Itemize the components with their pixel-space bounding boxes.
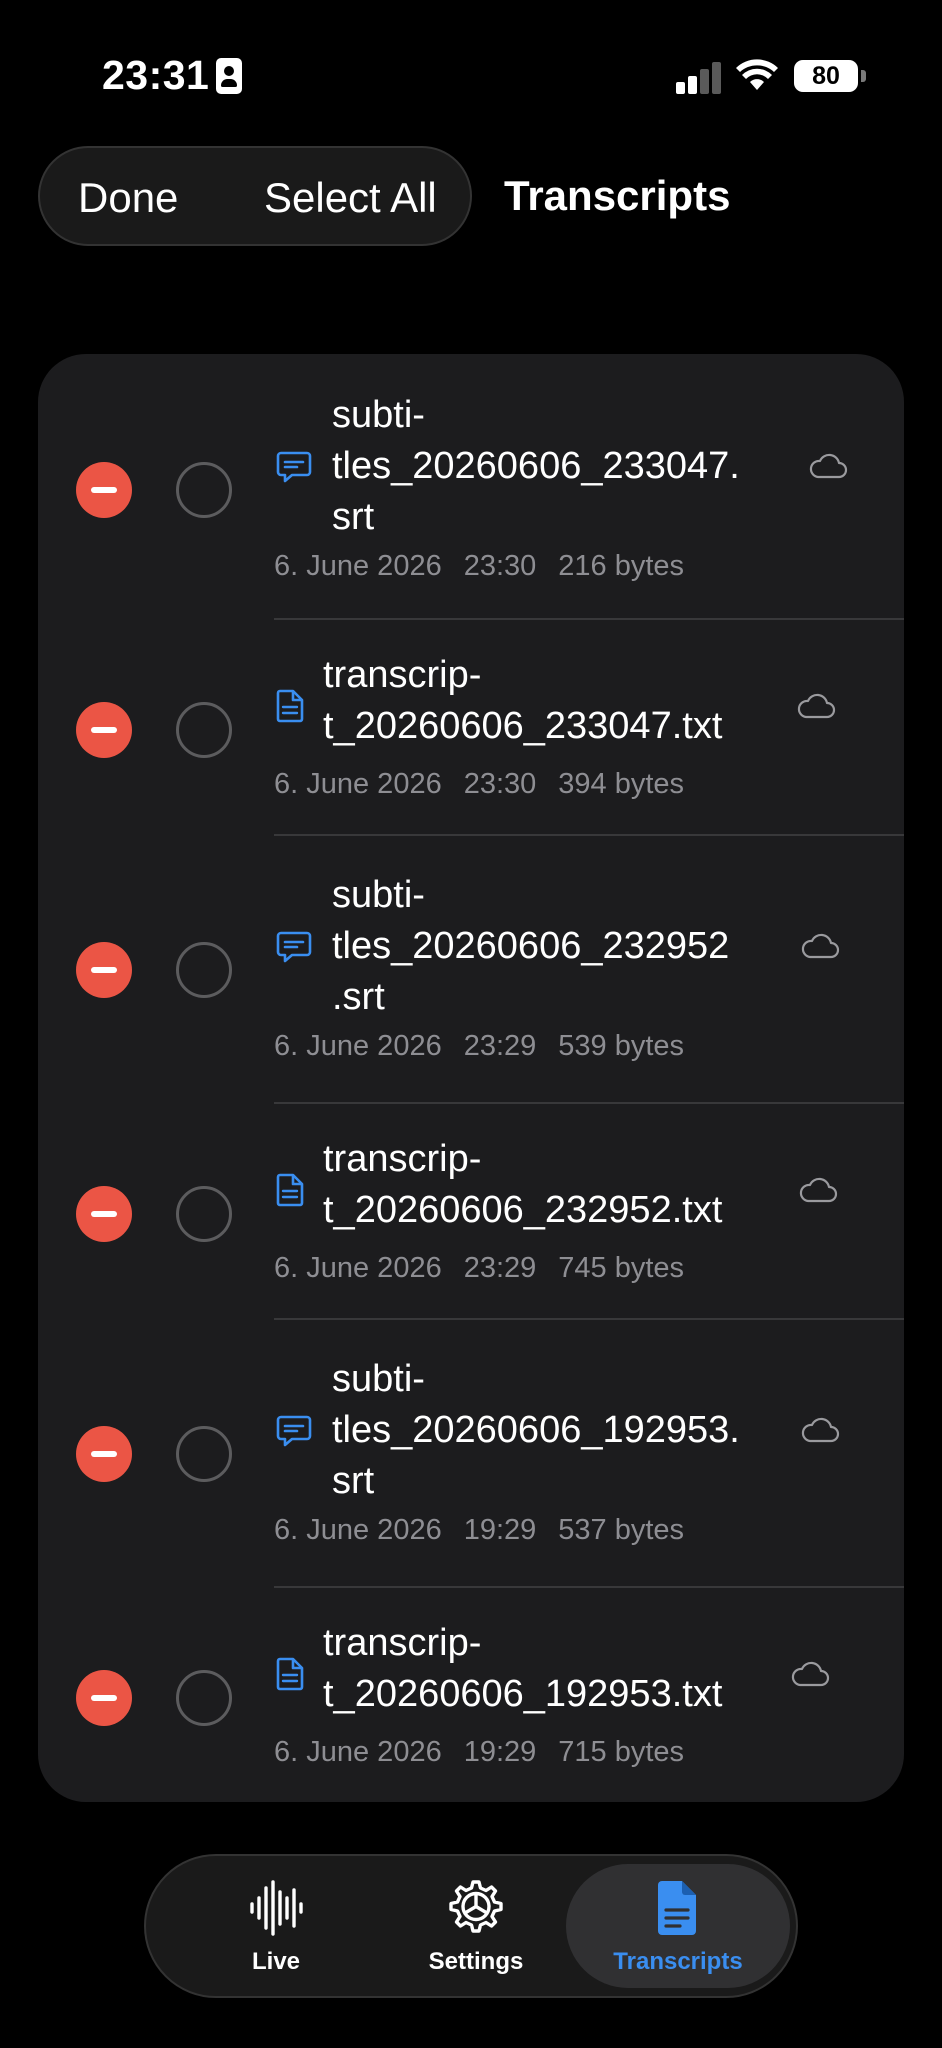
select-checkbox[interactable] (176, 1186, 232, 1242)
file-size: 715 bytes (558, 1736, 685, 1768)
cloud-icon (801, 1417, 840, 1443)
delete-button[interactable] (76, 942, 132, 998)
tab-settings[interactable]: Settings (386, 1864, 566, 1988)
delete-button[interactable] (76, 462, 132, 518)
cloud-icon (799, 1177, 838, 1203)
file-time: 23:30 (463, 768, 537, 800)
select-checkbox[interactable] (176, 1670, 232, 1726)
list-item[interactable]: subti- tles_20260606_233047. srt 6. June… (38, 354, 904, 620)
tab-label: Live (251, 1948, 301, 1975)
select-checkbox[interactable] (176, 462, 232, 518)
file-name: subti- tles_20260606_233047. srt (332, 394, 740, 538)
file-name: subti- tles_20260606_192953. srt (332, 1358, 740, 1502)
file-date: 6. June 2026 (274, 1252, 442, 1284)
tab-live[interactable]: Live (186, 1864, 366, 1988)
file-time: 19:29 (463, 1514, 537, 1546)
document-icon (658, 1881, 696, 1935)
cloud-icon (809, 453, 848, 479)
subtitles-icon (276, 451, 312, 483)
delete-button[interactable] (76, 1670, 132, 1726)
gear-icon (449, 1880, 503, 1933)
file-meta: 6. June 2026 23:29 745 bytes (274, 1252, 706, 1285)
list-item[interactable]: subti- tles_20260606_192953. srt 6. June… (38, 1320, 904, 1588)
file-meta: 6. June 2026 23:29 539 bytes (274, 1030, 706, 1063)
file-time: 23:29 (463, 1252, 537, 1284)
page-title: Transcripts (504, 172, 731, 219)
document-icon (276, 689, 304, 723)
contact-card-icon (216, 58, 242, 94)
file-size: 539 bytes (558, 1030, 685, 1062)
status-time: 23:31 (102, 52, 210, 98)
tab-bar: Live Settings Transcripts (144, 1854, 798, 1998)
file-date: 6. June 2026 (274, 1030, 442, 1062)
list-item[interactable]: subti- tles_20260606_232952 .srt 6. June… (38, 836, 904, 1104)
file-name: subti- tles_20260606_232952 .srt (332, 874, 730, 1018)
file-date: 6. June 2026 (274, 1514, 442, 1546)
file-time: 23:29 (463, 1030, 537, 1062)
document-icon (276, 1657, 304, 1691)
done-button[interactable]: Done (78, 174, 178, 222)
file-meta: 6. June 2026 23:30 216 bytes (274, 550, 706, 583)
cloud-icon (791, 1661, 830, 1687)
tab-label: Transcripts (613, 1948, 743, 1975)
file-meta: 6. June 2026 23:30 394 bytes (274, 768, 706, 801)
file-time: 23:30 (463, 550, 537, 582)
file-date: 6. June 2026 (274, 1736, 442, 1768)
cloud-icon (801, 933, 840, 959)
file-name: transcrip- t_20260606_192953.txt (323, 1622, 723, 1715)
subtitles-icon (276, 931, 312, 963)
cloud-icon (797, 693, 836, 719)
file-date: 6. June 2026 (274, 550, 442, 582)
file-name: transcrip- t_20260606_233047.txt (323, 654, 723, 747)
delete-button[interactable] (76, 1426, 132, 1482)
status-bar: 23:31 80 (0, 0, 942, 150)
select-checkbox[interactable] (176, 942, 232, 998)
file-size: 745 bytes (558, 1252, 685, 1284)
file-date: 6. June 2026 (274, 768, 442, 800)
file-meta: 6. June 2026 19:29 537 bytes (274, 1514, 706, 1547)
file-size: 394 bytes (558, 768, 685, 800)
select-checkbox[interactable] (176, 702, 232, 758)
select-all-button[interactable]: Select All (264, 174, 437, 222)
tab-label: Settings (428, 1948, 524, 1975)
file-size: 216 bytes (558, 550, 685, 582)
waveform-icon (250, 1880, 303, 1936)
delete-button[interactable] (76, 1186, 132, 1242)
wifi-icon (736, 59, 778, 90)
tab-transcripts[interactable]: Transcripts (566, 1864, 790, 1988)
delete-button[interactable] (76, 702, 132, 758)
file-meta: 6. June 2026 19:29 715 bytes (274, 1736, 706, 1769)
file-name: transcrip- t_20260606_232952.txt (323, 1138, 723, 1231)
file-time: 19:29 (463, 1736, 537, 1768)
file-size: 537 bytes (558, 1514, 685, 1546)
document-icon (276, 1173, 304, 1207)
transcripts-list: subti- tles_20260606_233047. srt 6. June… (38, 354, 904, 1802)
list-item[interactable]: transcrip- t_20260606_233047.txt 6. June… (38, 620, 904, 836)
edit-actions-group: Done Select All (38, 146, 472, 246)
subtitles-icon (276, 1415, 312, 1447)
list-item[interactable]: transcrip- t_20260606_232952.txt 6. June… (38, 1104, 904, 1320)
cellular-signal-icon (676, 62, 721, 94)
select-checkbox[interactable] (176, 1426, 232, 1482)
list-item[interactable]: transcrip- t_20260606_192953.txt 6. June… (38, 1588, 904, 1802)
battery-icon: 80 (794, 60, 866, 92)
